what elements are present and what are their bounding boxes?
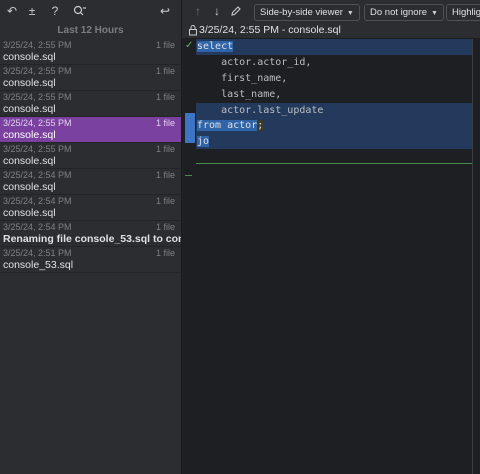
history-row-timestamp: 3/25/24, 2:55 PM (3, 118, 72, 128)
history-list: 3/25/24, 2:55 PM 1 file console.sql 3/25/24… (0, 39, 193, 273)
history-row-name: console.sql (3, 207, 56, 219)
history-row-name: console.sql (3, 155, 56, 167)
history-row[interactable]: 3/25/24, 2:55 PM 1 file console.sql (0, 65, 181, 91)
history-row-file-count: 1 file (155, 248, 175, 258)
chevron-down-icon: ▼ (431, 10, 438, 17)
ignore-whitespace-label: Do not ignore (370, 7, 428, 18)
history-row-name: console.sql (3, 77, 56, 89)
gutter-insert-marker (185, 175, 192, 176)
history-row-timestamp: 3/25/24, 2:55 PM (3, 92, 72, 102)
next-difference-icon[interactable]: ↓ (211, 0, 223, 23)
plus-minus-icon[interactable]: ± (24, 0, 40, 23)
edit-pencil-icon[interactable] (229, 0, 243, 25)
history-row[interactable]: 3/25/24, 2:55 PM 1 file console.sql (0, 91, 181, 117)
history-row-file-count: 1 file (155, 196, 175, 206)
code-line-2: actor.actor_id, (197, 57, 312, 68)
highlighting-dropdown[interactable]: Highlight (446, 4, 480, 21)
history-row-timestamp: 3/25/24, 2:55 PM (3, 66, 72, 76)
history-panel: ↶ ± ? ↩ Last 12 Hours 3/25/24, 2:55 PM 1 … (0, 0, 193, 474)
lock-icon (189, 25, 197, 36)
checkmark-icon: ✓ (185, 40, 194, 51)
help-icon[interactable]: ? (47, 0, 63, 23)
code-line-6: from actor; (197, 120, 264, 131)
history-row[interactable]: 3/25/24, 2:54 PM 1 file console.sql (0, 195, 181, 221)
history-toolbar: ↶ ± ? ↩ (0, 0, 181, 23)
history-row[interactable]: 3/25/24, 2:55 PM 1 file console.sql (0, 39, 181, 65)
history-row-file-count: 1 file (155, 222, 175, 232)
file-header: 3/25/24, 2:55 PM - console.sql (182, 23, 480, 39)
gutter-change-marker (185, 113, 195, 143)
history-row-name: console.sql (3, 51, 56, 63)
history-row-file-count: 1 file (155, 144, 175, 154)
ignore-whitespace-dropdown[interactable]: Do not ignore ▼ (364, 4, 444, 21)
section-header-last-12-hours: Last 12 Hours (57, 25, 124, 36)
history-row[interactable]: 3/25/24, 2:54 PM 1 file console.sql (0, 169, 181, 195)
history-row-timestamp: 3/25/24, 2:54 PM (3, 170, 72, 180)
history-row-file-count: 1 file (155, 40, 175, 50)
history-row-name: console.sql (3, 181, 56, 193)
history-row[interactable]: 3/25/24, 2:55 PM 1 file console.sql (0, 143, 181, 169)
file-header-title: 3/25/24, 2:55 PM - console.sql (199, 24, 341, 36)
code-line-5: actor.last_update (197, 105, 324, 116)
code-line-4: last_name, (197, 89, 282, 100)
history-row-timestamp: 3/25/24, 2:55 PM (3, 144, 72, 154)
history-row-file-count: 1 file (155, 66, 175, 76)
code-line-3: first_name, (197, 73, 288, 84)
history-row-name: Renaming file console_53.sql to con... (3, 233, 194, 245)
history-row-file-count: 1 file (155, 92, 175, 102)
right-editor-pane (473, 39, 480, 474)
history-row-file-count: 1 file (155, 118, 175, 128)
history-row-file-count: 1 file (155, 170, 175, 180)
viewer-mode-label: Side-by-side viewer (260, 7, 343, 18)
previous-difference-icon[interactable]: ↑ (192, 0, 204, 23)
code-line-7: jo (197, 136, 210, 147)
history-row-timestamp: 3/25/24, 2:54 PM (3, 222, 72, 232)
history-row-timestamp: 3/25/24, 2:54 PM (3, 196, 72, 206)
history-row-timestamp: 3/25/24, 2:55 PM (3, 40, 72, 50)
highlighting-label: Highlight (452, 7, 480, 18)
wrap-icon[interactable]: ↩ (157, 0, 173, 23)
history-row-name: console_53.sql (3, 259, 74, 271)
undo-icon[interactable]: ↶ (4, 0, 20, 23)
chevron-down-icon: ▼ (346, 10, 354, 17)
inserted-line-marker (196, 163, 472, 164)
diff-editor[interactable]: ✓ select actor.actor_id, first_name, las… (182, 39, 472, 474)
history-row[interactable]: 3/25/24, 2:51 PM 1 file console_53.sql (0, 247, 181, 273)
history-row-name: console.sql (3, 103, 56, 115)
diff-toolbar: ↑ ↓ Side-by-side viewer ▼ Do not ignore ▼ … (182, 0, 480, 23)
history-row[interactable]: 3/25/24, 2:55 PM 1 file console.sql (0, 117, 181, 143)
code-line-1: select (197, 41, 234, 52)
search-next-icon[interactable] (71, 0, 89, 25)
history-row-timestamp: 3/25/24, 2:51 PM (3, 248, 72, 258)
changed-line-highlight (196, 39, 472, 55)
history-row[interactable]: 3/25/24, 2:54 PM 1 file Renaming file cons… (0, 221, 193, 247)
viewer-mode-dropdown[interactable]: Side-by-side viewer ▼ (254, 4, 360, 21)
history-row-name: console.sql (3, 129, 56, 141)
